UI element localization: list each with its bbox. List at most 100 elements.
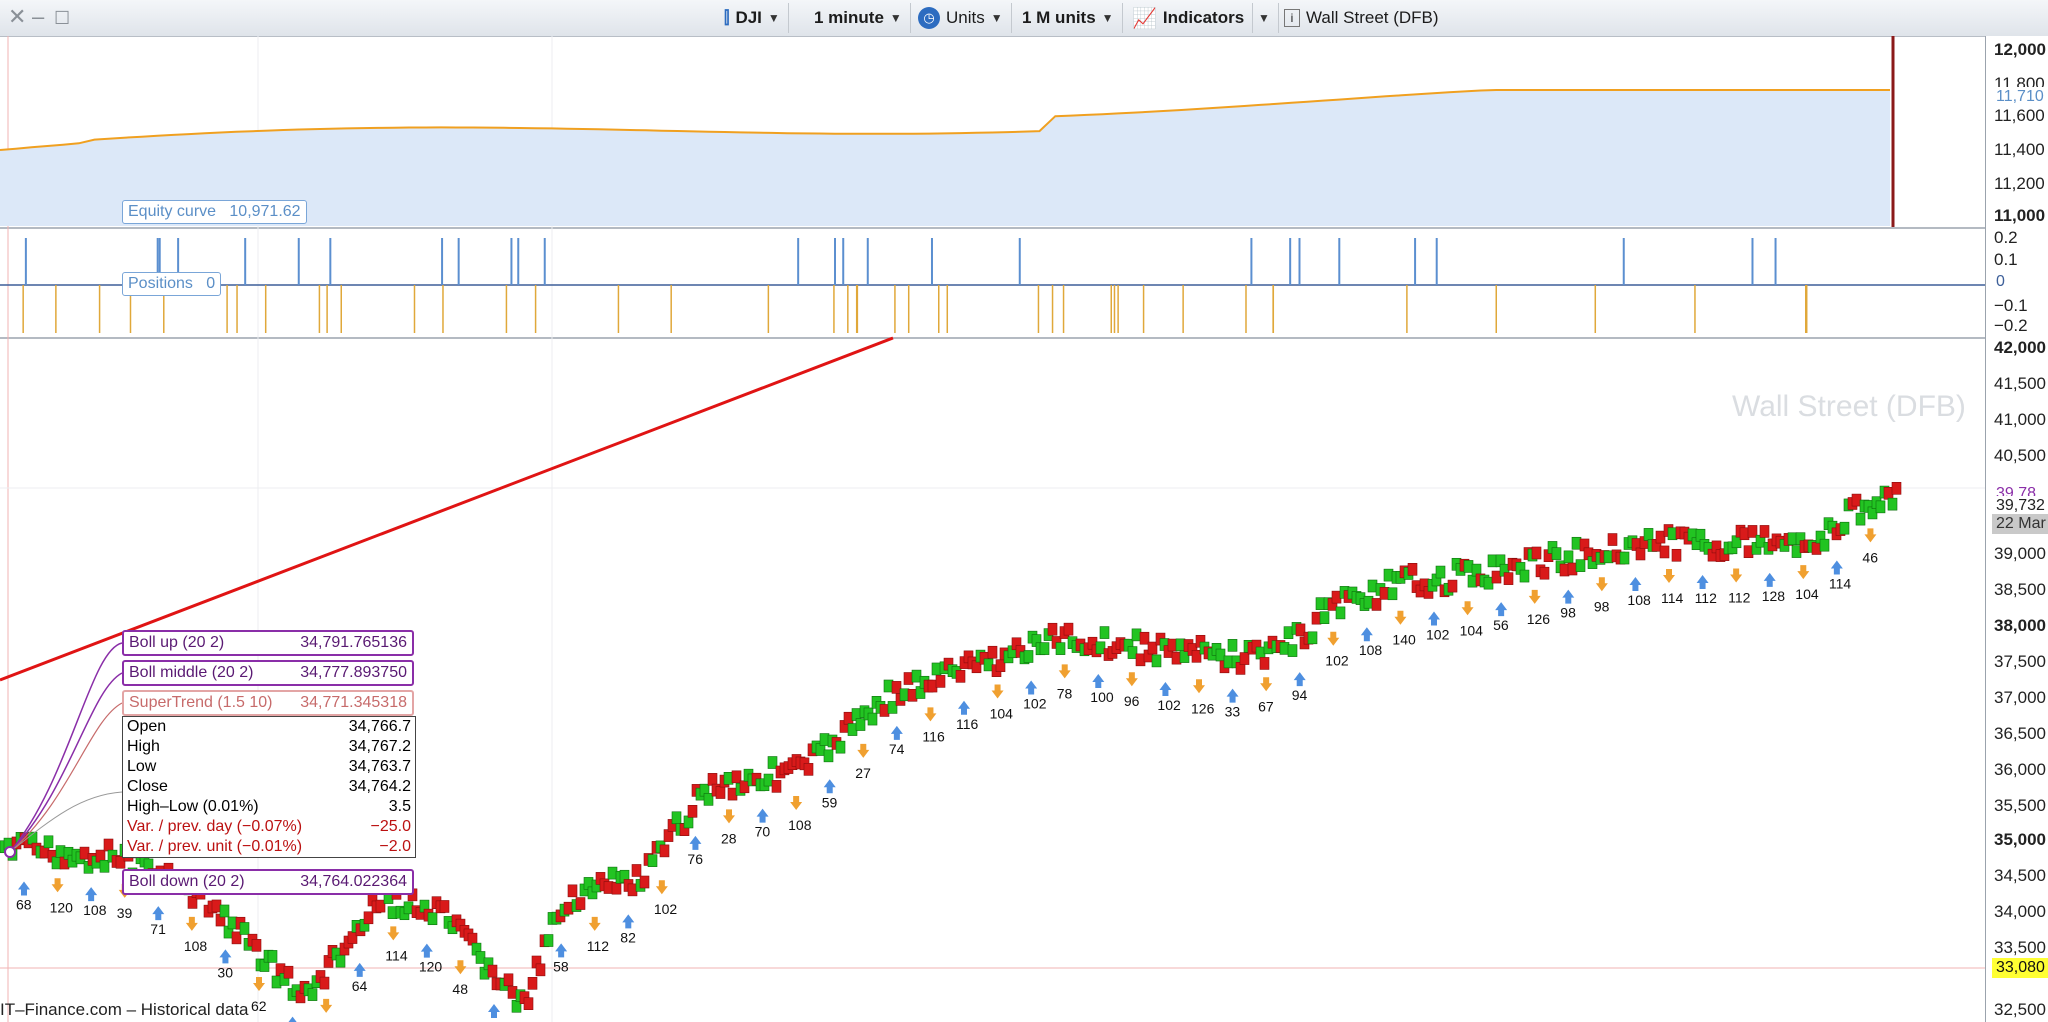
sell-arrow-icon xyxy=(1058,664,1071,679)
positions-title: Positions xyxy=(128,275,193,292)
candle xyxy=(1311,611,1322,625)
buy-arrow-icon xyxy=(689,835,702,850)
candle xyxy=(603,881,614,894)
trade-size-label: 71 xyxy=(150,921,166,937)
sell-arrow-icon xyxy=(51,878,64,893)
equity-curve-title: Equity curve xyxy=(128,203,217,220)
trade-size-label: 102 xyxy=(1023,695,1047,711)
candle xyxy=(1603,550,1614,564)
candle xyxy=(971,660,982,674)
candle xyxy=(1335,606,1346,620)
sell-arrow-icon xyxy=(1394,610,1407,625)
candle xyxy=(1811,542,1822,555)
candle xyxy=(375,899,386,913)
trade-size-label: 112 xyxy=(1728,589,1751,605)
sell-arrow-icon xyxy=(1193,679,1205,694)
price-axis-tick: 38,000 xyxy=(1994,616,2046,635)
candle xyxy=(567,884,578,898)
candle xyxy=(1279,642,1290,655)
positions-value: 0 xyxy=(206,275,216,292)
trade-size-label: 98 xyxy=(1560,605,1576,621)
candle xyxy=(103,838,114,852)
candle xyxy=(1135,653,1146,667)
sell-arrow-icon xyxy=(790,795,803,810)
ohlc-value: 34,766.7 xyxy=(348,718,411,735)
candle xyxy=(611,881,622,895)
equity-last-value-chip: 11,710 xyxy=(1992,87,2048,107)
candle xyxy=(1055,642,1066,655)
trade-size-label: 140 xyxy=(1392,632,1416,648)
candle xyxy=(319,976,330,990)
buy-arrow-icon xyxy=(420,943,433,958)
candle xyxy=(1407,563,1418,576)
trade-size-label: 102 xyxy=(1157,697,1181,713)
candle xyxy=(1463,560,1474,573)
candle xyxy=(219,904,230,918)
trade-size-label: 56 xyxy=(1493,617,1509,633)
boll-middle-label: Boll middle (20 2) xyxy=(129,664,254,681)
buy-arrow-icon xyxy=(288,1016,297,1022)
trade-size-label: 120 xyxy=(50,899,74,915)
boll-down-label: Boll down (20 2) xyxy=(129,873,245,890)
candle xyxy=(1239,652,1250,665)
positions-axis-tick: 0.1 xyxy=(1994,250,2018,269)
var-prev-day-value: −25.0 xyxy=(370,818,411,835)
candle xyxy=(1787,532,1798,546)
sell-arrow-icon xyxy=(857,743,870,758)
candle xyxy=(1567,562,1578,576)
buy-arrow-icon xyxy=(1025,680,1038,695)
date-chip: 22 Mar xyxy=(1992,514,2048,534)
buy-arrow-icon xyxy=(1495,602,1508,617)
candle xyxy=(1643,528,1654,541)
trade-size-label: 120 xyxy=(419,959,443,975)
boll-up-connector xyxy=(9,642,123,853)
candle xyxy=(983,658,994,672)
candle xyxy=(527,977,538,990)
candle xyxy=(1559,563,1570,577)
price-axis-tick: 37,500 xyxy=(1994,652,2046,671)
trade-size-label: 64 xyxy=(352,978,368,994)
trade-size-label: 112 xyxy=(1695,590,1718,606)
price-axis-tick: 40,500 xyxy=(1994,446,2046,465)
buy-arrow-icon xyxy=(890,725,903,740)
candle xyxy=(1743,545,1754,559)
price-axis-tick: 34,000 xyxy=(1994,902,2046,921)
candle xyxy=(767,756,778,769)
candle xyxy=(727,787,738,801)
candle xyxy=(1483,576,1494,590)
sell-arrow-icon xyxy=(185,916,198,931)
trade-size-label: 39 xyxy=(117,905,133,921)
candle xyxy=(1167,638,1178,652)
candle xyxy=(51,856,62,870)
ohlc-key: High xyxy=(127,738,160,755)
candle xyxy=(1315,597,1326,610)
buy-arrow-icon xyxy=(756,808,769,823)
trade-size-label: 58 xyxy=(553,958,569,974)
candle xyxy=(1379,587,1390,600)
supertrend-value: 34,771.345318 xyxy=(300,694,407,711)
candle xyxy=(227,916,238,930)
candle xyxy=(1307,631,1318,645)
ohlc-row: High 34,767.2 xyxy=(123,737,415,757)
supertrend-box: SuperTrend (1.5 10) 34,771.345318 xyxy=(122,690,414,716)
sell-arrow-icon xyxy=(1327,631,1340,646)
boll-middle-value: 34,777.893750 xyxy=(300,664,407,681)
candle xyxy=(523,997,534,1010)
price-axis-tick: 36,500 xyxy=(1994,724,2046,743)
trade-size-label: 46 xyxy=(1862,549,1878,565)
candle xyxy=(1063,622,1074,636)
price-axis-tick: 41,500 xyxy=(1994,374,2046,393)
sell-arrow-icon xyxy=(320,998,333,1013)
candle xyxy=(99,859,110,873)
buy-arrow-icon xyxy=(1428,611,1440,626)
candle xyxy=(543,934,554,947)
trade-size-label: 116 xyxy=(922,728,945,744)
ohlc-tooltip: Open 34,766.7 High 34,767.2 Low 34,763.7 Cl… xyxy=(122,716,416,858)
buy-arrow-icon xyxy=(1159,681,1172,696)
sell-arrow-icon xyxy=(1461,601,1474,616)
candle xyxy=(1387,587,1398,601)
candle xyxy=(1851,493,1862,507)
candle xyxy=(867,712,878,726)
candle xyxy=(843,711,854,725)
ohlc-row: Open 34,766.7 xyxy=(123,717,415,737)
